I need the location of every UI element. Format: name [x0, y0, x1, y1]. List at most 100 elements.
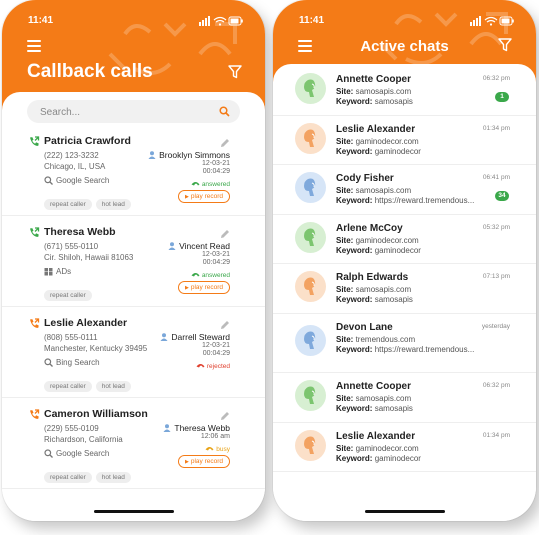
call-status: rejected: [196, 362, 230, 370]
site-label: Site:: [336, 285, 354, 294]
chat-keyword: Keyword: gaminodecor: [336, 246, 421, 255]
site-value: gaminodecor.com: [355, 136, 419, 146]
chat-item[interactable]: Leslie Alexander Site: gaminodecor.com Key…: [273, 116, 536, 165]
site-value: tremendous.com: [355, 334, 416, 344]
phone-call-icon: [30, 227, 40, 237]
call-duration: 00:04:29: [202, 168, 230, 175]
caller-name: Cameron Williamson: [44, 408, 148, 420]
keyword-label: Keyword:: [336, 344, 373, 354]
call-status-icon: [191, 273, 200, 277]
keyword-label: Keyword:: [336, 196, 373, 205]
chat-keyword: Keyword: samosapis: [336, 97, 413, 106]
chat-item[interactable]: Ralph Edwards Site: samosapis.com Keyword:…: [273, 264, 536, 314]
chat-user-icon: [304, 436, 316, 454]
avatar: [295, 324, 326, 356]
chat-user-icon: [304, 386, 316, 404]
play-record-label: play record: [190, 193, 223, 200]
home-indicator: [364, 510, 445, 513]
call-status-label: rejected: [206, 363, 230, 370]
call-status-icon: [205, 447, 214, 451]
site-value: samosapis.com: [355, 394, 412, 403]
agent-name: Vincent Read: [168, 241, 230, 251]
chat-site: Site: gaminodecor.com: [336, 236, 419, 245]
search-input[interactable]: [38, 103, 212, 122]
caller-phone: (222) 123-3232: [44, 151, 99, 160]
play-record-button[interactable]: ▶ play record: [177, 455, 230, 468]
search-bar[interactable]: [27, 100, 240, 123]
avatar: [295, 271, 326, 302]
chat-item[interactable]: Arlene McCoy Site: gaminodecor.com Keyword…: [273, 215, 536, 264]
chat-contact-name: Leslie Alexander: [336, 123, 416, 135]
site-label: Site:: [336, 394, 354, 403]
play-record-button[interactable]: ▶ play record: [177, 190, 230, 203]
chat-time: 06:41 pm: [482, 174, 510, 181]
chat-site: Site: gaminodecor.com: [336, 137, 419, 146]
play-record-button[interactable]: ▶ play record: [177, 281, 230, 294]
page-title: Callback calls: [27, 61, 153, 82]
keyword-label: Keyword:: [336, 146, 373, 156]
chat-time: 06:32 pm: [482, 75, 510, 82]
call-item[interactable]: Theresa Webb (671) 555-0110 Cir. Shiloh, H…: [2, 216, 265, 307]
tag-chip[interactable]: repeat caller: [44, 199, 92, 210]
call-status-label: answered: [201, 272, 230, 279]
play-record-label: play record: [190, 284, 223, 291]
user-icon: [168, 242, 176, 250]
call-date: 12:06 am: [200, 433, 230, 440]
site-value: samosapis.com: [355, 285, 412, 294]
call-item[interactable]: Leslie Alexander (808) 555-0111 Manchester…: [2, 307, 265, 398]
status-icons: [470, 16, 514, 26]
call-status-icon: [196, 364, 205, 368]
chat-item[interactable]: Annette Cooper Site: samosapis.com Keyword…: [273, 373, 536, 423]
avatar: [295, 380, 326, 411]
chat-user-icon: [304, 228, 316, 246]
site-value: samosapis.com: [355, 87, 412, 96]
keyword-label: Keyword:: [336, 453, 373, 463]
chat-contact-name: Leslie Alexander: [336, 430, 416, 442]
site-label: Site:: [336, 334, 354, 344]
keyword-value: https://reward.tremendous...: [374, 196, 475, 205]
tag-chip[interactable]: hot lead: [95, 472, 131, 483]
keyword-value: gaminodecor: [374, 146, 421, 156]
chat-contact-name: Annette Cooper: [336, 381, 411, 392]
call-source-label: Bing Search: [56, 358, 100, 367]
call-tags: repeat caller hot lead: [44, 193, 135, 211]
chat-list: Annette Cooper Site: samosapis.com Keyword…: [273, 66, 536, 472]
edit-icon[interactable]: [220, 226, 230, 238]
keyword-label: Keyword:: [336, 245, 373, 255]
call-item[interactable]: Patricia Crawford (222) 123-3232 Chicago, …: [2, 125, 265, 216]
chat-item[interactable]: Annette Cooper Site: samosapis.com Keyword…: [273, 66, 536, 116]
filter-icon[interactable]: [498, 38, 512, 52]
chat-site: Site: samosapis.com: [336, 394, 411, 403]
agent-name-label: Vincent Read: [179, 241, 230, 251]
search-icon[interactable]: [219, 106, 230, 117]
filter-icon[interactable]: [228, 65, 242, 79]
call-source: ADs: [44, 267, 71, 276]
edit-icon[interactable]: [220, 408, 230, 420]
site-value: gaminodecor.com: [355, 443, 419, 453]
chat-time: 01:34 pm: [482, 431, 510, 439]
chat-item[interactable]: Leslie Alexander Site: gaminodecor.com Key…: [273, 423, 536, 472]
agent-name-label: Theresa Webb: [174, 423, 230, 433]
caller-name: Leslie Alexander: [44, 317, 128, 329]
user-icon: [160, 333, 168, 341]
call-duration: 00:04:29: [202, 350, 230, 357]
tag-chip[interactable]: repeat caller: [44, 472, 92, 483]
menu-icon[interactable]: [27, 40, 41, 53]
avatar: [295, 429, 326, 461]
call-status: answered: [191, 180, 230, 188]
keyword-value: https://reward.tremendous...: [374, 344, 475, 354]
site-value: gaminodecor.com: [355, 235, 419, 245]
call-item[interactable]: Cameron Williamson (229) 555-0109 Richards…: [2, 398, 265, 489]
chat-time: 01:34 pm: [482, 124, 510, 132]
tag-chip[interactable]: hot lead: [95, 381, 131, 392]
edit-icon[interactable]: [220, 317, 230, 329]
chat-item[interactable]: Cody Fisher Site: samosapis.com Keyword: h…: [273, 165, 536, 215]
phone-call-icon: [30, 409, 40, 419]
edit-icon[interactable]: [220, 135, 230, 147]
tag-chip[interactable]: hot lead: [95, 199, 131, 210]
tag-chip[interactable]: repeat caller: [44, 290, 92, 301]
chat-item[interactable]: Devon Lane Site: tremendous.com Keyword: h…: [273, 314, 536, 373]
call-status-icon: [191, 182, 200, 186]
tag-chip[interactable]: repeat caller: [44, 381, 92, 392]
call-duration: 00:04:29: [202, 259, 230, 266]
